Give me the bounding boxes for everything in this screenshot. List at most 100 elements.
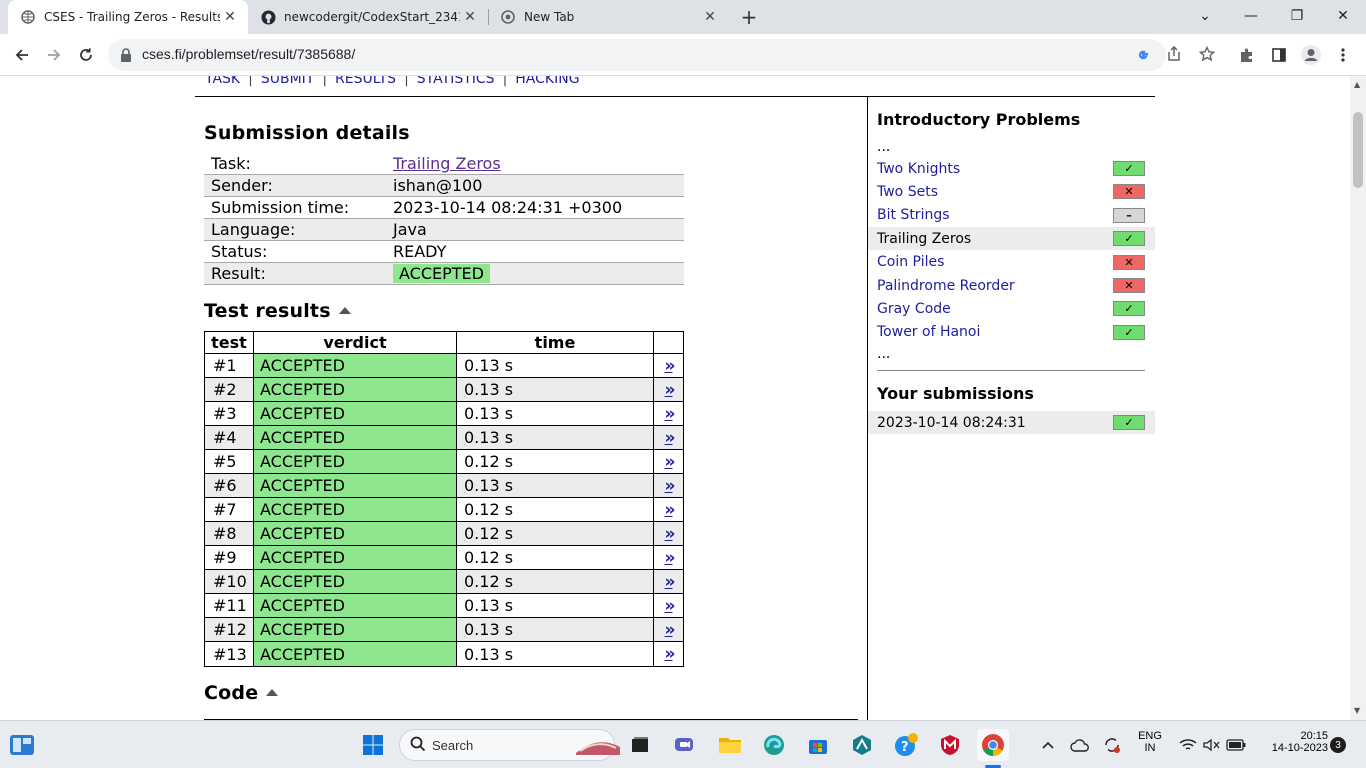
sidebar-item-trailing-zeros[interactable]: Trailing Zeros ✓ <box>868 227 1155 251</box>
profile-avatar-icon[interactable] <box>1295 39 1327 71</box>
chrome-menu-kebab-icon[interactable] <box>1327 39 1359 71</box>
sidebar-item-two-sets[interactable]: Two Sets ✕ <box>868 180 1155 203</box>
help-tips-icon[interactable]: ? <box>890 729 922 761</box>
side-panel-icon[interactable] <box>1263 39 1295 71</box>
edge-browser-icon[interactable] <box>758 729 790 761</box>
sidebar-item-tower-of-hanoi[interactable]: Tower of Hanoi ✓ <box>868 321 1155 344</box>
tab-search-chevron-icon[interactable]: ⌄ <box>1182 0 1228 32</box>
windows-start-icon[interactable] <box>357 729 389 761</box>
verdict-cell: ACCEPTED <box>254 378 457 401</box>
bookmark-star-icon[interactable] <box>1198 45 1216 66</box>
test-details-link-icon[interactable]: » <box>665 404 676 424</box>
new-tab-plus-icon[interactable]: + <box>737 5 761 29</box>
test-details-link-icon[interactable]: » <box>665 620 676 640</box>
scrollbar-thumb[interactable] <box>1353 112 1363 188</box>
nav-task-link[interactable]: TASK <box>205 76 240 87</box>
verdict-cell: ACCEPTED <box>254 402 457 425</box>
chrome-icon <box>500 9 516 25</box>
clock-time: 20:15 <box>1300 730 1328 742</box>
close-icon[interactable]: ✕ <box>700 7 720 27</box>
chrome-taskbar-icon[interactable] <box>977 729 1009 761</box>
details-cell: » <box>654 594 683 617</box>
mcafee-icon[interactable] <box>934 729 966 761</box>
sidebar-item-palindrome-reorder[interactable]: Palindrome Reorder ✕ <box>868 274 1155 297</box>
forward-arrow-icon[interactable] <box>38 39 70 71</box>
onedrive-cloud-icon[interactable] <box>1064 729 1096 761</box>
test-number: #8 <box>205 522 254 545</box>
table-row: #6 ACCEPTED 0.13 s » <box>205 474 683 498</box>
microsoft-store-icon[interactable] <box>802 729 834 761</box>
table-row: #1 ACCEPTED 0.13 s » <box>205 354 683 378</box>
vpn-app-icon[interactable] <box>846 729 878 761</box>
back-arrow-icon[interactable] <box>6 39 38 71</box>
test-details-link-icon[interactable]: » <box>665 596 676 616</box>
problem-name: Palindrome Reorder <box>877 277 1015 294</box>
tab-title: newcodergit/CodexStart_234101 <box>284 10 460 24</box>
share-icon[interactable] <box>1166 45 1182 66</box>
details-cell: » <box>654 474 683 497</box>
window-close-icon[interactable]: ✕ <box>1320 0 1366 32</box>
google-lens-icon[interactable] <box>1136 47 1150 66</box>
scroll-up-icon[interactable]: ▲ <box>1354 80 1360 89</box>
battery-icon[interactable] <box>1220 729 1252 761</box>
detail-key: Language: <box>211 220 296 239</box>
test-details-link-icon[interactable]: » <box>665 500 676 520</box>
file-explorer-icon[interactable] <box>714 729 746 761</box>
test-details-link-icon[interactable]: » <box>665 524 676 544</box>
nav-statistics-link[interactable]: STATISTICS <box>417 76 495 87</box>
page-content: TASK | SUBMIT | RESULTS | STATISTICS | HACKING S… <box>0 76 1350 720</box>
test-number: #7 <box>205 498 254 521</box>
task-view-icon[interactable] <box>624 729 656 761</box>
widgets-icon[interactable] <box>6 729 38 761</box>
notification-count-badge[interactable]: 3 <box>1330 737 1346 753</box>
tab-new-tab[interactable]: New Tab ✕ <box>488 0 728 34</box>
nav-hacking-link[interactable]: HACKING <box>515 76 579 87</box>
close-icon[interactable]: ✕ <box>220 7 240 27</box>
close-icon[interactable]: ✕ <box>460 7 480 27</box>
test-details-link-icon[interactable]: » <box>665 548 676 568</box>
scroll-down-icon[interactable]: ▼ <box>1354 706 1360 715</box>
table-body: #1 ACCEPTED 0.13 s» #2 ACCEPTED 0.13 s» #3 ACCE… <box>205 354 683 666</box>
verdict-cell: ACCEPTED <box>254 498 457 521</box>
nav-submit-link[interactable]: SUBMIT <box>261 76 315 87</box>
sidebar-item-coin-piles[interactable]: Coin Piles ✕ <box>868 251 1155 274</box>
teams-chat-icon[interactable] <box>668 729 700 761</box>
test-details-link-icon[interactable]: » <box>665 452 676 472</box>
minimize-icon[interactable]: — <box>1228 0 1274 32</box>
test-results-table: test verdict time #1 ACCEPTED 0.13 s» #2 ACC… <box>204 331 684 667</box>
page-scrollbar[interactable]: ▲ ▼ <box>1350 76 1366 720</box>
test-results-heading[interactable]: Test results <box>204 300 351 322</box>
address-bar[interactable]: cses.fi/problemset/result/7385688/ <box>108 39 1216 71</box>
task-link[interactable]: Trailing Zeros <box>393 154 501 173</box>
test-details-link-icon[interactable]: » <box>665 644 676 664</box>
sidebar-item-gray-code[interactable]: Gray Code ✓ <box>868 297 1155 320</box>
taskbar-search[interactable]: Search <box>399 729 620 761</box>
nav-results-link[interactable]: RESULTS <box>335 76 396 87</box>
input-language[interactable]: ENG IN <box>1132 730 1168 754</box>
test-details-link-icon[interactable]: » <box>665 476 676 496</box>
lock-icon[interactable] <box>120 47 132 66</box>
reload-icon[interactable] <box>70 39 102 71</box>
sync-icon[interactable] <box>1096 729 1128 761</box>
collapse-triangle-icon[interactable] <box>338 307 351 314</box>
tab-github[interactable]: newcodergit/CodexStart_234101 ✕ <box>248 0 488 34</box>
submission-item[interactable]: 2023-10-14 08:24:31 ✓ <box>868 411 1155 434</box>
tab-cses-results[interactable]: CSES - Trailing Zeros - Results ✕ <box>8 0 248 34</box>
table-row: #10 ACCEPTED 0.12 s » <box>205 570 683 594</box>
test-details-link-icon[interactable]: » <box>665 428 676 448</box>
show-hidden-icons-chevron-icon[interactable] <box>1032 729 1064 761</box>
code-heading[interactable]: Code <box>204 682 279 704</box>
sidebar-item-bit-strings[interactable]: Bit Strings – <box>868 204 1155 227</box>
collapse-triangle-icon[interactable] <box>266 689 279 696</box>
test-details-link-icon[interactable]: » <box>665 356 676 376</box>
submission-details-heading: Submission details <box>204 122 410 144</box>
sidebar-item-two-knights[interactable]: Two Knights ✓ <box>868 157 1155 180</box>
test-details-link-icon[interactable]: » <box>665 572 676 592</box>
detail-value: ishan@100 <box>393 176 483 195</box>
nav-divider <box>195 96 1155 97</box>
extensions-puzzle-icon[interactable] <box>1231 39 1263 71</box>
test-details-link-icon[interactable]: » <box>665 380 676 400</box>
problem-name: Bit Strings <box>877 207 950 224</box>
clock[interactable]: 20:15 14-10-2023 <box>1256 730 1328 754</box>
restore-icon[interactable]: ❐ <box>1274 0 1320 32</box>
